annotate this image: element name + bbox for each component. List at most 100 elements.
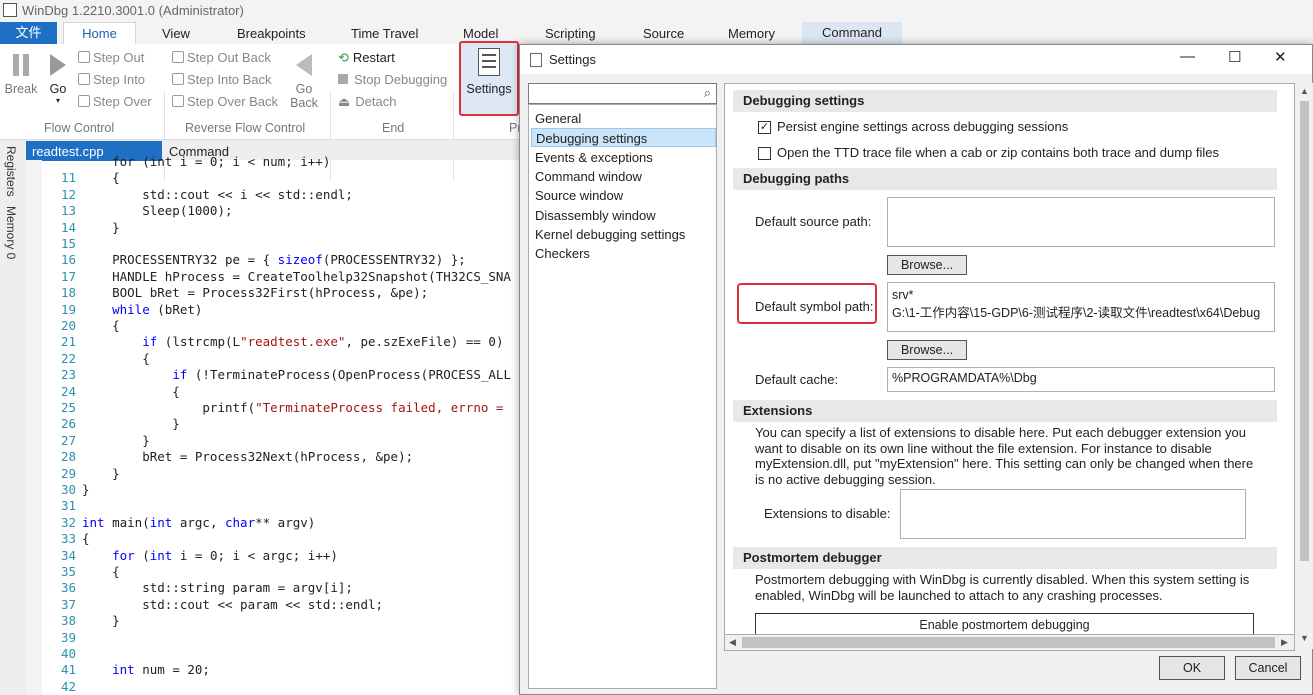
ok-button[interactable]: OK [1159,656,1225,680]
scroll-up-icon[interactable]: ▲ [1300,86,1309,96]
tab-model[interactable]: Model [463,26,498,41]
line-number: 35 [60,564,76,579]
tab-breakpoints[interactable]: Breakpoints [237,26,306,41]
code-line: 24 { [42,384,180,400]
code-line: 34 for (int i = 0; i < argc; i++) [42,548,338,564]
code-editor[interactable]: for (int i = 0; i < num; i++) 11 {12 std:… [42,154,520,695]
source-path-field[interactable] [887,197,1275,247]
scroll-right-icon[interactable]: ▶ [1281,637,1288,648]
app-icon [3,3,17,17]
code-line: 40 [42,646,82,662]
line-number: 38 [60,613,76,629]
browse-symbol-button[interactable]: Browse... [887,340,967,360]
editor-gutter [26,160,42,695]
detach-label: Detach [355,94,397,109]
line-number: 17 [60,268,76,284]
code-token: int [82,514,105,530]
line-number: 11 [60,170,76,186]
step-out-icon [78,51,90,63]
ttd-checkbox[interactable] [758,147,771,160]
side-panel: Registers Memory 0 [0,140,26,695]
step-into-back-icon [172,73,184,85]
break-button[interactable]: Break [4,54,38,96]
code-token: sizeof [277,252,323,268]
search-icon: ⌕ [703,85,711,100]
nav-item-checkers[interactable]: Checkers [531,244,716,263]
scrollbar-thumb[interactable] [1300,101,1309,561]
browse-source-button[interactable]: Browse... [887,255,967,275]
maximize-icon[interactable]: ☐ [1228,48,1241,66]
enable-postmortem-button[interactable]: Enable postmortem debugging [755,613,1254,635]
scroll-left-icon[interactable]: ◀ [729,637,736,648]
tab-time-travel[interactable]: Time Travel [351,26,418,41]
tab-registers[interactable]: Registers [4,146,18,197]
tab-file[interactable]: 文件 [0,22,57,44]
postmortem-description: Postmortem debugging with WinDbg is curr… [755,572,1250,603]
persist-checkbox[interactable]: ✓ [758,121,771,134]
step-into-icon [78,73,90,85]
code-token: std::cout << i << std::endl; [82,186,353,202]
go-back-label-2: Back [290,96,318,110]
settings-search-input[interactable]: ⌕ [528,83,717,104]
code-line: 27 } [42,433,150,449]
tab-scripting[interactable]: Scripting [545,26,596,41]
code-token: "TerminateProcess failed, errno = [255,400,511,415]
step-out-button[interactable]: Step Out [78,50,144,65]
tab-command[interactable]: Command [802,22,902,44]
nav-item-events-exceptions[interactable]: Events & exceptions [531,148,716,167]
code-token: Sleep(1000); [82,203,233,219]
scroll-down-icon[interactable]: ▼ [1300,633,1309,643]
cancel-button[interactable]: Cancel [1235,656,1301,680]
nav-item-general[interactable]: General [531,109,716,128]
go-button[interactable]: Go ▾ [44,54,72,105]
horizontal-scrollbar-thumb[interactable] [742,637,1275,648]
line-number: 13 [60,203,76,219]
code-line: 20 { [42,318,120,334]
pause-icon [11,54,31,76]
code-token: argc, [172,514,225,530]
restart-button[interactable]: ⟲ Restart [338,50,395,66]
settings-button[interactable]: Settings [459,41,519,116]
nav-item-command-window[interactable]: Command window [531,167,716,186]
go-back-button[interactable]: Go Back [288,54,320,110]
code-token: } [82,482,90,497]
code-line: 28 bRet = Process32Next(hProcess, &pe); [42,449,413,465]
symbol-path-field[interactable]: srv* G:\1-工作内容\15-GDP\6-测试程序\2-读取文件\read… [887,282,1275,332]
line-number: 36 [60,580,76,596]
step-over-button[interactable]: Step Over [78,94,152,109]
step-into-back-button[interactable]: Step Into Back [172,72,272,87]
minimize-icon[interactable]: — [1180,48,1195,65]
tab-view[interactable]: View [162,26,190,41]
detach-button[interactable]: ⏏ Detach [338,94,397,110]
code-line: 26 } [42,416,180,432]
dialog-title-bar: Settings — ☐ ✕ [520,45,1312,74]
stop-debugging-button[interactable]: Stop Debugging [338,72,447,87]
code-line: 14 } [42,220,120,236]
nav-item-kernel-debugging-settings[interactable]: Kernel debugging settings [531,225,716,244]
chevron-down-icon: ▾ [55,96,60,105]
code-line: 31 [42,498,82,514]
step-out-back-button[interactable]: Step Out Back [172,50,271,65]
code-token: int [112,662,135,678]
nav-item-debugging-settings[interactable]: Debugging settings [531,128,716,148]
extensions-disable-field[interactable] [900,489,1246,539]
settings-label: Settings [466,82,512,96]
tab-memory[interactable]: Memory [728,26,775,41]
code-line: 13 Sleep(1000); [42,203,233,219]
code-token: { [82,564,120,579]
nav-item-disassembly-window[interactable]: Disassembly window [531,206,716,225]
tab-home[interactable]: Home [63,22,136,44]
step-into-button[interactable]: Step Into [78,72,145,87]
tab-memory-0[interactable]: Memory 0 [4,206,18,259]
tab-source[interactable]: Source [643,26,684,41]
line-number: 16 [60,252,76,268]
code-line: 30} [42,482,90,498]
code-token: } [82,465,120,481]
close-icon[interactable]: ✕ [1274,48,1287,66]
step-over-back-button[interactable]: Step Over Back [172,94,278,109]
settings-icon [478,48,500,76]
code-line: 18 BOOL bRet = Process32First(hProcess, … [42,285,428,301]
nav-item-source-window[interactable]: Source window [531,186,716,205]
cache-field[interactable]: %PROGRAMDATA%\Dbg [887,367,1275,392]
step-into-label: Step Into [93,72,146,87]
